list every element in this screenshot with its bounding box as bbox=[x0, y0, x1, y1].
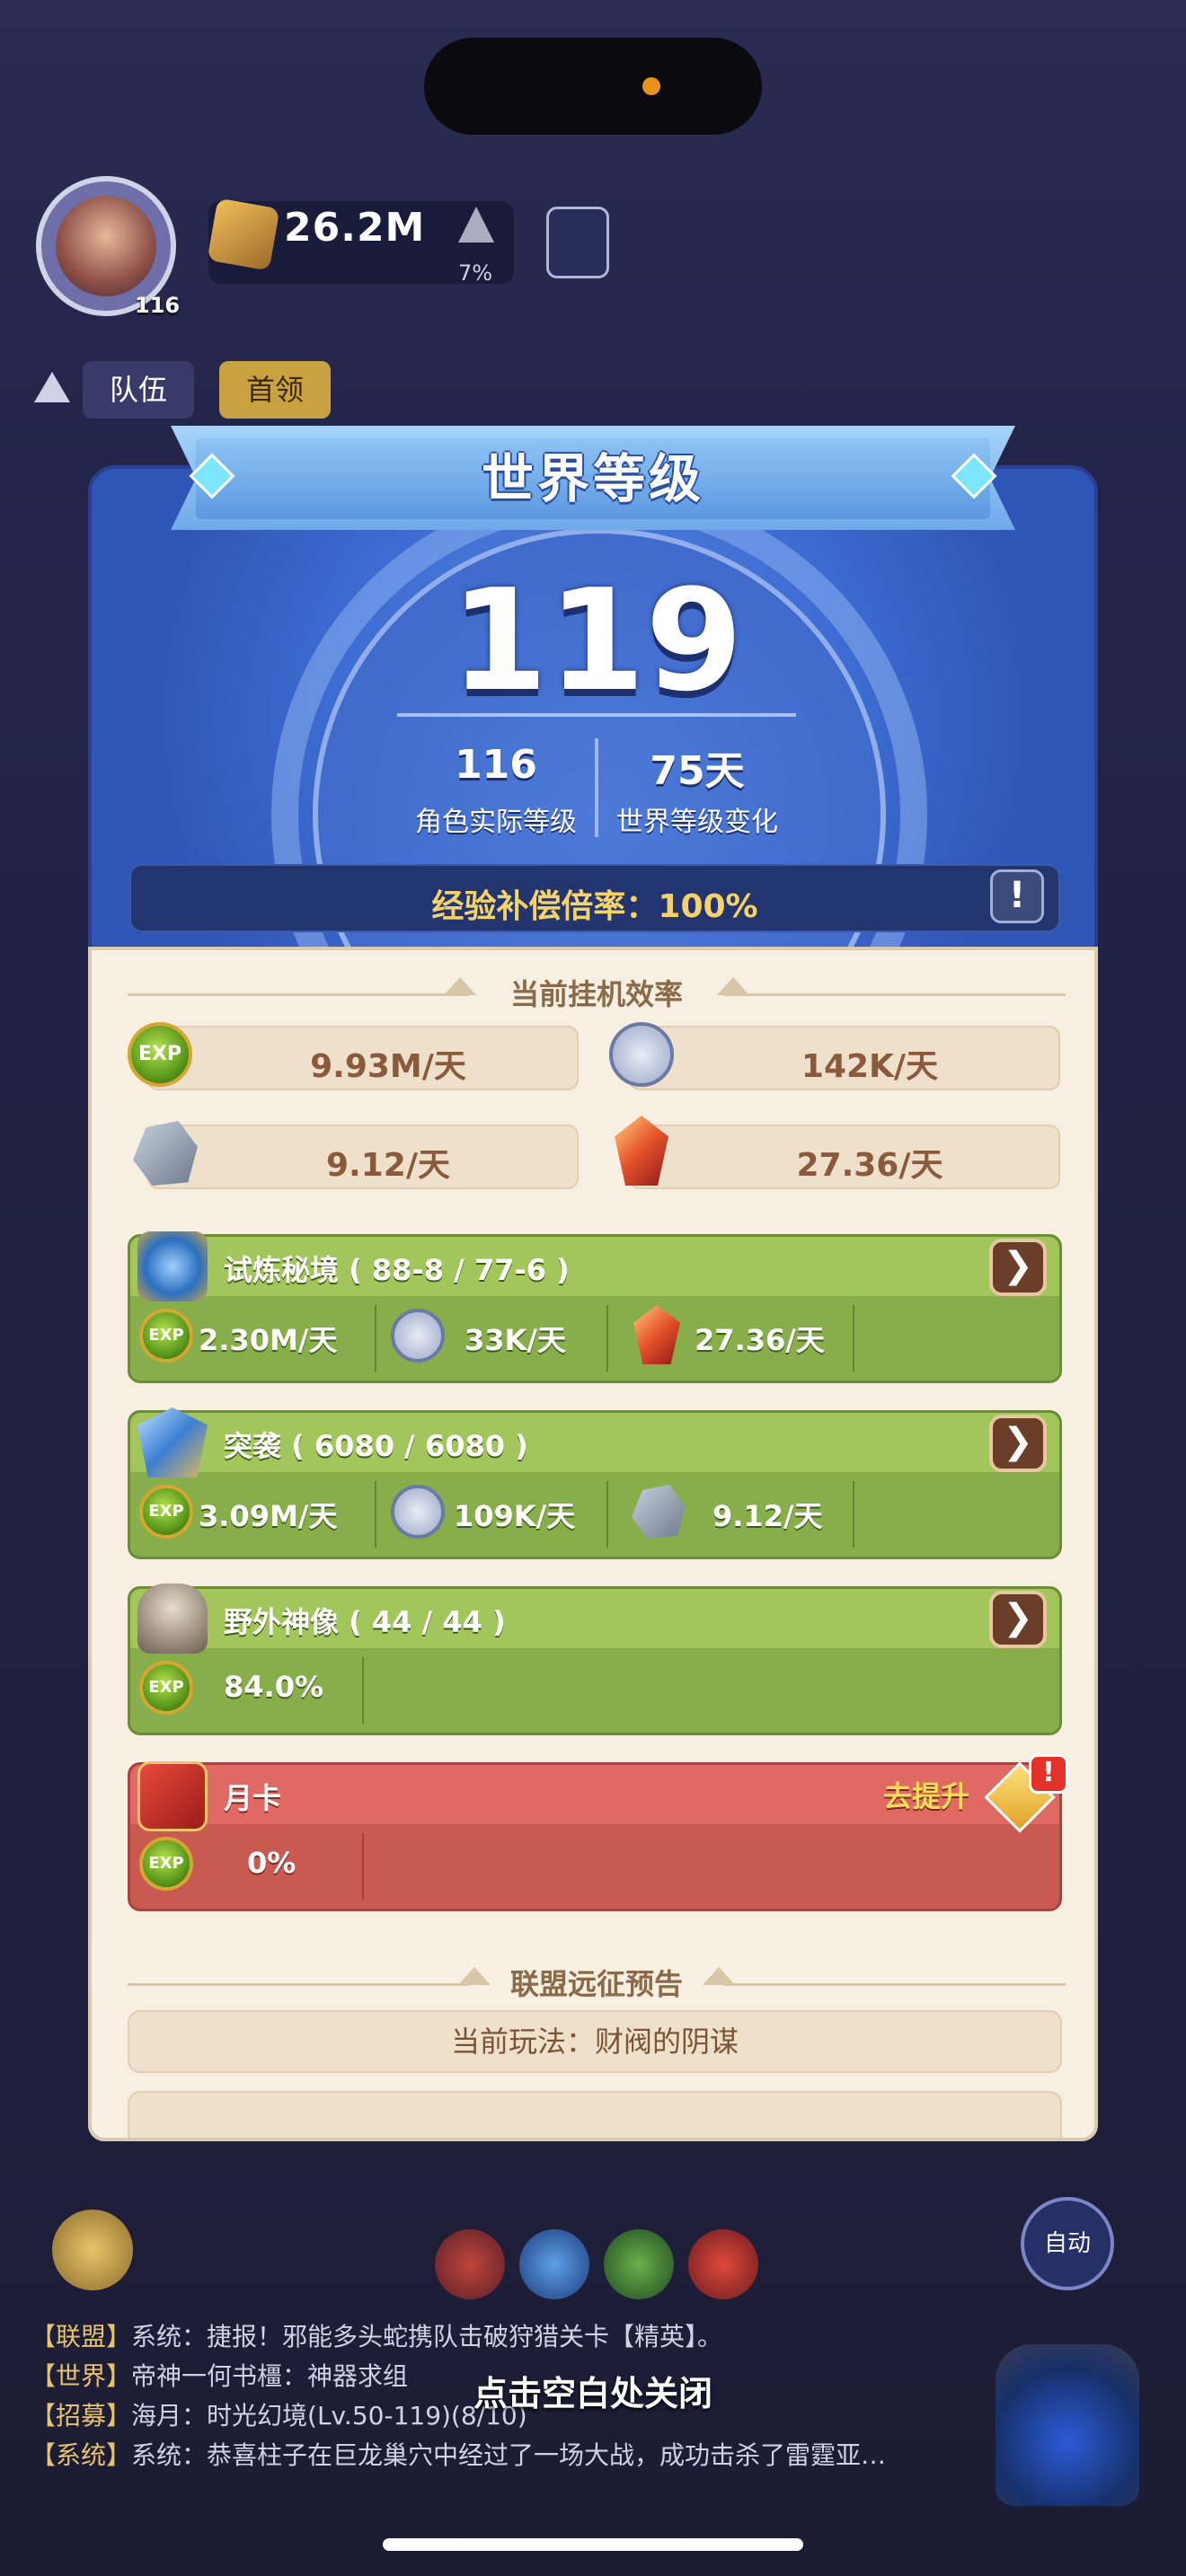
chat-line[interactable]: 【系统】系统：恭喜柱子在巨龙巢穴中经过了一场大战，成功击杀了雷霆亚… bbox=[31, 2436, 886, 2472]
chat-text: 系统：恭喜柱子在巨龙巢穴中经过了一场大战，成功击杀了雷霆亚… bbox=[131, 2440, 887, 2470]
trial-realm-icon bbox=[137, 1231, 208, 1301]
section-line bbox=[724, 993, 1066, 996]
cell-separator bbox=[362, 1833, 364, 1900]
crystal-icon bbox=[633, 1305, 680, 1364]
world-level-modal: 119 116 角色实际等级 75天 世界等级变化 经验补偿倍率：100% ! … bbox=[88, 426, 1098, 2141]
exp-icon: EXP bbox=[139, 1837, 193, 1891]
tab-leader[interactable]: 首领 bbox=[219, 361, 331, 419]
player-level: 116 bbox=[135, 293, 181, 318]
efficiency-title: 当前挂机效率 bbox=[509, 977, 683, 1011]
chat-text: 系统：捷报！邪能多头蛇携队击破狩猎关卡【精英】。 bbox=[131, 2322, 723, 2351]
source-card-monthly: 月卡 去提升 ! EXP 0% bbox=[128, 1754, 1068, 1911]
camera-notch bbox=[424, 38, 762, 135]
exp-icon: EXP bbox=[139, 1485, 193, 1539]
go-button[interactable]: ❯ bbox=[989, 1239, 1047, 1296]
cell-value: 84.0% bbox=[224, 1670, 324, 1704]
skill-blood-icon[interactable] bbox=[688, 2229, 758, 2299]
card-title: 突袭 ( 6080 / 6080 ) bbox=[224, 1429, 528, 1463]
card-title: 野外神像 ( 44 / 44 ) bbox=[224, 1605, 506, 1639]
statue-icon bbox=[137, 1584, 208, 1654]
cell-value: 109K/天 bbox=[454, 1499, 576, 1533]
collapse-icon[interactable] bbox=[34, 372, 70, 402]
hourglass-icon[interactable] bbox=[546, 207, 609, 278]
cell-separator bbox=[853, 1305, 854, 1372]
modal-title: 世界等级 bbox=[481, 448, 704, 509]
source-card-trial: 试炼秘境 ( 88-8 / 77-6 ) ❯ EXP 2.30M/天 33K/天… bbox=[128, 1231, 1062, 1383]
auto-button[interactable]: 自动 bbox=[1021, 2197, 1114, 2290]
cell-separator bbox=[375, 1481, 376, 1548]
monthly-card-icon bbox=[137, 1761, 208, 1831]
silver-coin-icon bbox=[609, 1022, 674, 1087]
efficiency-value: 9.12/天 bbox=[326, 1147, 450, 1184]
actual-level-label: 角色实际等级 bbox=[415, 807, 577, 838]
alliance-title: 联盟远征预告 bbox=[509, 1967, 683, 2001]
section-tri-icon bbox=[717, 977, 749, 995]
go-button[interactable]: ❯ bbox=[989, 1415, 1047, 1472]
stone-icon bbox=[632, 1485, 686, 1539]
skill-nature-icon[interactable] bbox=[604, 2229, 674, 2299]
cell-separator bbox=[375, 1305, 376, 1372]
upgrade-label[interactable]: 去提升 bbox=[883, 1774, 969, 1815]
exp-icon: EXP bbox=[139, 1661, 193, 1715]
cell-value: 9.12/天 bbox=[712, 1499, 823, 1533]
arrow-up-icon bbox=[458, 207, 494, 243]
world-level-value: 119 bbox=[450, 559, 743, 722]
section-line bbox=[724, 1983, 1066, 1986]
cell-value: 0% bbox=[247, 1846, 296, 1880]
cell-separator bbox=[362, 1657, 364, 1724]
cell-separator bbox=[853, 1481, 854, 1548]
cell-value: 3.09M/天 bbox=[199, 1499, 338, 1533]
section-tri-icon bbox=[703, 1967, 735, 1985]
close-hint[interactable]: 点击空白处关闭 bbox=[0, 2366, 1186, 2415]
power-percent: 7% bbox=[458, 260, 493, 286]
alliance-next-pill bbox=[128, 2091, 1062, 2138]
level-change-label: 世界等级变化 bbox=[616, 807, 778, 838]
cell-value: 2.30M/天 bbox=[199, 1323, 338, 1357]
pet-icon[interactable] bbox=[52, 2210, 133, 2290]
chat-channel: 【联盟】 bbox=[31, 2322, 132, 2351]
info-button[interactable]: ! bbox=[990, 869, 1044, 923]
efficiency-value: 27.36/天 bbox=[796, 1147, 943, 1184]
skill-fire-icon[interactable] bbox=[435, 2229, 505, 2299]
card-title: 试炼秘境 ( 88-8 / 77-6 ) bbox=[224, 1253, 570, 1287]
exp-icon: EXP bbox=[128, 1022, 192, 1087]
cell-value: 33K/天 bbox=[465, 1323, 567, 1357]
cell-separator bbox=[606, 1305, 608, 1372]
modal-header-panel: 119 116 角色实际等级 75天 世界等级变化 经验补偿倍率：100% ! bbox=[88, 465, 1098, 968]
silver-coin-icon bbox=[391, 1485, 445, 1539]
efficiency-value: 142K/天 bbox=[801, 1048, 939, 1085]
source-card-statue: 野外神像 ( 44 / 44 ) ❯ EXP 84.0% bbox=[128, 1584, 1062, 1735]
sword-icon bbox=[207, 198, 280, 271]
actual-level-value: 116 bbox=[455, 742, 537, 788]
home-indicator[interactable] bbox=[383, 2538, 803, 2551]
current-play-pill[interactable]: 当前玩法：财阀的阴谋 bbox=[128, 2010, 1062, 2073]
source-card-raid: 突袭 ( 6080 / 6080 ) ❯ EXP 3.09M/天 109K/天 … bbox=[128, 1407, 1062, 1559]
divider bbox=[397, 713, 796, 717]
skill-water-icon[interactable] bbox=[519, 2229, 589, 2299]
cell-value: 27.36/天 bbox=[695, 1323, 825, 1357]
card-title: 月卡 bbox=[224, 1781, 282, 1815]
silver-coin-icon bbox=[391, 1309, 445, 1363]
level-change-value: 75天 bbox=[650, 748, 745, 794]
power-value: 26.2M bbox=[284, 205, 426, 251]
exp-icon: EXP bbox=[139, 1309, 193, 1363]
chat-line[interactable]: 【联盟】系统：捷报！邪能多头蛇携队击破狩猎关卡【精英】。 bbox=[31, 2317, 722, 2353]
recording-indicator bbox=[642, 77, 660, 95]
alert-badge: ! bbox=[1029, 1754, 1068, 1794]
cell-separator bbox=[606, 1481, 608, 1548]
go-button[interactable]: ❯ bbox=[989, 1591, 1047, 1648]
modal-body: 当前挂机效率 EXP 9.93M/天 142K/天 9.12/天 27.36/天… bbox=[88, 947, 1098, 2141]
exp-rate-text: 经验补偿倍率：100% bbox=[431, 888, 758, 925]
chat-channel: 【系统】 bbox=[31, 2440, 132, 2470]
efficiency-value: 9.93M/天 bbox=[310, 1048, 466, 1085]
player-avatar[interactable] bbox=[56, 196, 156, 296]
tab-team[interactable]: 队伍 bbox=[83, 361, 194, 419]
